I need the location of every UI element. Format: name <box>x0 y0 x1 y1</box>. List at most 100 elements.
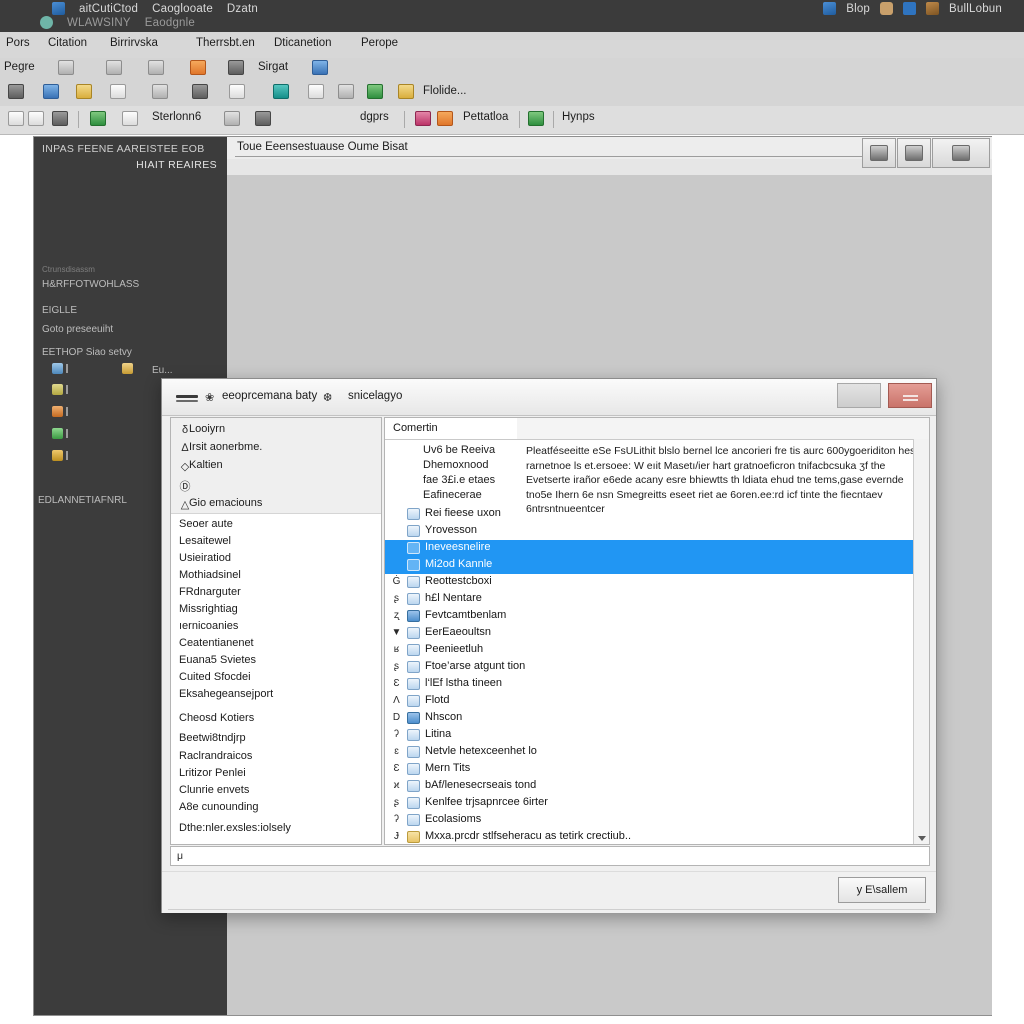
db-icon[interactable] <box>52 111 68 126</box>
left-list-item-4[interactable]: FRdnarguter <box>179 586 241 598</box>
sidebar-row-4[interactable]: EETHOP Siao setvy <box>42 347 132 358</box>
table-row[interactable]: Ʌ Flotd <box>385 693 914 710</box>
window-icon[interactable] <box>148 60 164 75</box>
gold-tile-icon[interactable] <box>122 363 133 374</box>
table-row[interactable]: Yrovesson <box>385 523 914 540</box>
cursor-icon[interactable] <box>308 111 324 126</box>
sidebar-row-5[interactable]: Eu... <box>152 365 173 376</box>
left-list-item-12[interactable]: Beetwi8tndjrp <box>179 732 246 744</box>
table-row[interactable]: ʂ h£l Nentare <box>385 591 914 608</box>
blue-document-icon[interactable] <box>823 2 837 15</box>
left-list-item-9[interactable]: Cuited Sfocdei <box>179 671 251 683</box>
left-header-item-1[interactable]: Irsit aonerbme. <box>189 441 262 453</box>
menu-item-1[interactable]: Citation <box>48 37 87 49</box>
left-list-item-2[interactable]: Usieiratiod <box>179 552 231 564</box>
drag-handle-icon[interactable] <box>176 395 198 398</box>
toolbar-label-page[interactable]: Pegre <box>4 61 35 73</box>
toolbar2-label-pettatloa[interactable]: Pettatloa <box>463 111 508 123</box>
green-cube-icon[interactable] <box>528 111 544 126</box>
left-list-item-16[interactable]: A8e cunounding <box>179 801 259 813</box>
left-list-item-13[interactable]: Raclrandraicos <box>179 750 252 762</box>
menu-item-0[interactable]: Pors <box>6 37 30 49</box>
right-plain-row-0[interactable]: Uv6 be Reeiva <box>423 444 495 456</box>
calendar-icon[interactable] <box>152 84 168 99</box>
yellow-folder-icon[interactable] <box>398 84 414 99</box>
right-plain-row-1[interactable]: Dhemoxnood <box>423 459 488 471</box>
grid-icon[interactable] <box>58 60 74 75</box>
right-plain-row-2[interactable]: fae 3£i.e etaes <box>423 474 495 486</box>
green-sheet-icon[interactable] <box>90 111 106 126</box>
table-row[interactable]: ϰ bAf/lenesecrseais tond <box>385 778 914 795</box>
printer-icon[interactable] <box>8 84 24 99</box>
left-list-item-14[interactable]: Lritizor Penlei <box>179 767 246 779</box>
left-list-item-8[interactable]: Euana5 Svietes <box>179 654 256 666</box>
blue-columns-icon[interactable] <box>312 60 328 75</box>
yellow-tile-icon[interactable] <box>52 384 63 395</box>
vertical-scrollbar[interactable] <box>913 439 929 844</box>
amber-tile-icon[interactable] <box>52 450 63 461</box>
orange-person-icon[interactable] <box>437 111 453 126</box>
left-list-item-5[interactable]: Missrightiag <box>179 603 238 615</box>
left-header-item-4[interactable]: Gio emaciouns <box>189 497 262 509</box>
cloud-icon[interactable] <box>224 111 240 126</box>
left-list-item-17[interactable]: Dthe:nler.exsles:iolsely <box>179 822 291 834</box>
table-row[interactable]: Ɛl‘lEf lstha tineen <box>385 676 914 693</box>
sidebar-footer-label[interactable]: EDLANNETIAFNRL <box>38 495 127 506</box>
toolbar-label-sirgat[interactable]: Sirgat <box>258 61 288 73</box>
table-row[interactable]: D Nhscon <box>385 710 914 727</box>
sidebar-row-3[interactable]: Goto preseeuiht <box>42 324 113 335</box>
left-list-item-11[interactable]: Cheosd Kotiers <box>179 712 254 724</box>
sidebar-row-1[interactable]: H&RFFOTWOHLASS <box>42 279 139 290</box>
sidebar-row-2[interactable]: EIGLLE <box>42 305 77 316</box>
close-button[interactable] <box>888 383 932 408</box>
brown-book-icon[interactable] <box>926 2 940 15</box>
dialog-action-button[interactable]: у E\sallem <box>838 877 926 903</box>
list-icon[interactable] <box>28 111 44 126</box>
toolbar2-label-sterlonn[interactable]: Sterlonn6 <box>152 111 201 123</box>
flag-icon[interactable] <box>608 111 624 126</box>
right-plain-row-3[interactable]: Eafinecerae <box>423 489 482 501</box>
left-header-item-0[interactable]: Looiyrn <box>189 423 225 435</box>
table-row[interactable]: ʂ Kenlfee trjsapnrcee 6irter <box>385 795 914 812</box>
toolbar2-label-hynps[interactable]: Hynps <box>562 111 595 123</box>
menu-item-5[interactable]: Perope <box>361 37 398 49</box>
green-chart-icon[interactable] <box>367 84 383 99</box>
hand-icon[interactable] <box>880 2 894 15</box>
dialog-title-bar[interactable]: ❀ eeoprcemana baty ❆ snicelagyo <box>162 379 936 416</box>
print-preview-button[interactable] <box>862 138 896 168</box>
left-list-item-0[interactable]: Seoer aute <box>179 518 233 530</box>
gray-card-icon[interactable] <box>228 60 244 75</box>
menu-item-3[interactable]: Therrsbt.en <box>196 37 255 49</box>
sidebar-row-0[interactable]: Ctrunsdisassm <box>42 265 95 274</box>
table-row-selected[interactable]: Ineveesnelire <box>385 540 914 557</box>
table-row[interactable]: ʂ Ftoe’arse atgunt tion <box>385 659 914 676</box>
title-bar-right-group[interactable]: Blop BullLobun <box>823 2 1002 15</box>
globe-icon[interactable] <box>43 84 59 99</box>
minimize-button[interactable] <box>837 383 881 408</box>
menu-item-4[interactable]: Dticanetion <box>274 37 332 49</box>
tag-icon[interactable] <box>308 84 324 99</box>
table-row[interactable]: Ɛ Mern Tits <box>385 761 914 778</box>
left-list-item-3[interactable]: Mothiadsinel <box>179 569 241 581</box>
orange-layers-icon[interactable] <box>190 60 206 75</box>
paint-icon[interactable] <box>122 111 138 126</box>
table-row[interactable]: ʔ Ecolasioms <box>385 812 914 829</box>
table-row[interactable]: ʐ Fevtcamtbenlam <box>385 608 914 625</box>
chart-icon[interactable] <box>110 84 126 99</box>
table-row[interactable]: Rei fieese uxon <box>385 506 914 523</box>
table-icon[interactable] <box>106 60 122 75</box>
table-row[interactable]: ɛ Netvle hetexceenhet lo <box>385 744 914 761</box>
teal-grid-icon[interactable] <box>273 84 289 99</box>
table-row[interactable]: ▼ EerEaeoultsn <box>385 625 914 642</box>
wrench-icon[interactable] <box>192 84 208 99</box>
table-row-selected[interactable]: Mi2od Kannle <box>385 557 914 574</box>
table-row[interactable]: Ġ Reottestcboxi <box>385 574 914 591</box>
table-row[interactable]: ʔ Litina <box>385 727 914 744</box>
table-row[interactable]: ʁ Peenieetluh <box>385 642 914 659</box>
yellow-person-icon[interactable] <box>76 84 92 99</box>
clock-icon[interactable] <box>255 111 271 126</box>
dialog-status-input[interactable]: μ <box>170 846 930 866</box>
green-tile-icon[interactable] <box>52 428 63 439</box>
page-icon[interactable] <box>8 111 24 126</box>
left-list-item-15[interactable]: Clunrie envets <box>179 784 249 796</box>
